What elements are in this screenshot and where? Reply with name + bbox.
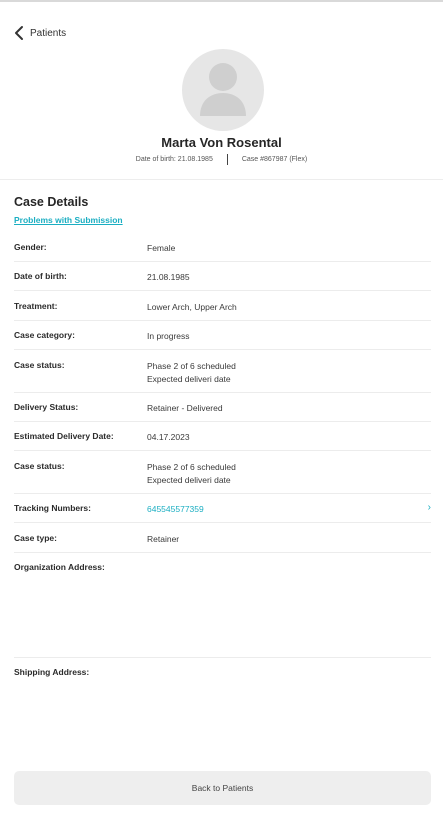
detail-row-case-status: Case status: Phase 2 of 6 scheduled Expe…	[14, 360, 431, 393]
detail-row-case-type: Case type: Retainer	[14, 533, 431, 553]
detail-row-treatment: Treatment: Lower Arch, Upper Arch	[14, 301, 431, 321]
detail-value: Female	[147, 243, 176, 253]
detail-row-tracking[interactable]: Tracking Numbers: 645545577359 ›	[14, 502, 431, 523]
detail-value: Lower Arch, Upper Arch	[147, 302, 237, 312]
patient-name: Marta Von Rosental	[161, 135, 282, 150]
detail-row-dob: Date of birth: 21.08.1985	[14, 271, 431, 291]
detail-label: Date of birth:	[14, 271, 67, 281]
detail-label: Organization Address:	[14, 562, 105, 572]
user-placeholder-icon	[200, 63, 246, 116]
detail-label: Shipping Address:	[14, 667, 90, 677]
problems-with-submission-link[interactable]: Problems with Submission	[14, 215, 123, 225]
detail-row-organization-address: Organization Address:	[14, 562, 431, 658]
detail-value: In progress	[147, 331, 190, 341]
detail-label: Treatment:	[14, 301, 58, 311]
case-status-line1: Phase 2 of 6 scheduled	[147, 462, 236, 472]
back-to-patients-nav[interactable]: Patients	[14, 25, 66, 41]
chevron-right-icon[interactable]: ›	[428, 502, 431, 513]
back-nav-label: Patients	[30, 27, 67, 39]
detail-value: Retainer - Delivered	[147, 403, 223, 413]
tracking-number-link[interactable]: 645545577359	[147, 503, 204, 516]
patient-meta: Date of birth: 21.08.1985 Case #867987 (…	[0, 154, 443, 165]
detail-value: 04.17.2023	[147, 432, 190, 442]
detail-label: Estimated Delivery Date:	[14, 431, 114, 441]
detail-label: Tracking Numbers:	[14, 503, 91, 513]
detail-label: Delivery Status:	[14, 402, 79, 412]
detail-row-shipping-address: Shipping Address:	[14, 667, 431, 757]
detail-label: Case category:	[14, 330, 75, 340]
detail-label: Case status:	[14, 360, 65, 370]
patient-dob: Date of birth: 21.08.1985	[135, 156, 213, 163]
detail-row-case-status: Case status: Phase 2 of 6 scheduled Expe…	[14, 461, 431, 494]
case-status-line1: Phase 2 of 6 scheduled	[147, 361, 236, 371]
back-to-patients-button[interactable]: Back to Patients	[14, 771, 431, 805]
detail-value: Phase 2 of 6 scheduled Expected deliveri…	[147, 360, 236, 385]
patient-case-number: Case #867987 (Flex)	[241, 156, 308, 163]
detail-row-delivery-status: Delivery Status: Retainer - Delivered	[14, 402, 431, 422]
detail-label: Case status:	[14, 461, 65, 471]
detail-value: Phase 2 of 6 scheduled Expected deliveri…	[147, 461, 236, 486]
meta-separator	[226, 154, 228, 165]
case-status-line2: Expected deliveri date	[147, 474, 231, 485]
detail-value: 21.08.1985	[147, 272, 190, 282]
avatar	[182, 49, 264, 131]
detail-row-gender: Gender: Female	[14, 242, 431, 262]
detail-value: Retainer	[147, 534, 180, 544]
case-status-line2: Expected deliveri date	[147, 373, 231, 384]
detail-row-estimated-delivery: Estimated Delivery Date: 04.17.2023	[14, 431, 431, 451]
detail-row-case-category: Case category: In progress	[14, 330, 431, 350]
detail-label: Gender:	[14, 242, 47, 252]
section-divider	[0, 179, 443, 180]
chevron-left-icon	[15, 26, 23, 40]
detail-label: Case type:	[14, 533, 57, 543]
case-details-title: Case Details	[14, 195, 89, 209]
top-border	[0, 0, 443, 2]
